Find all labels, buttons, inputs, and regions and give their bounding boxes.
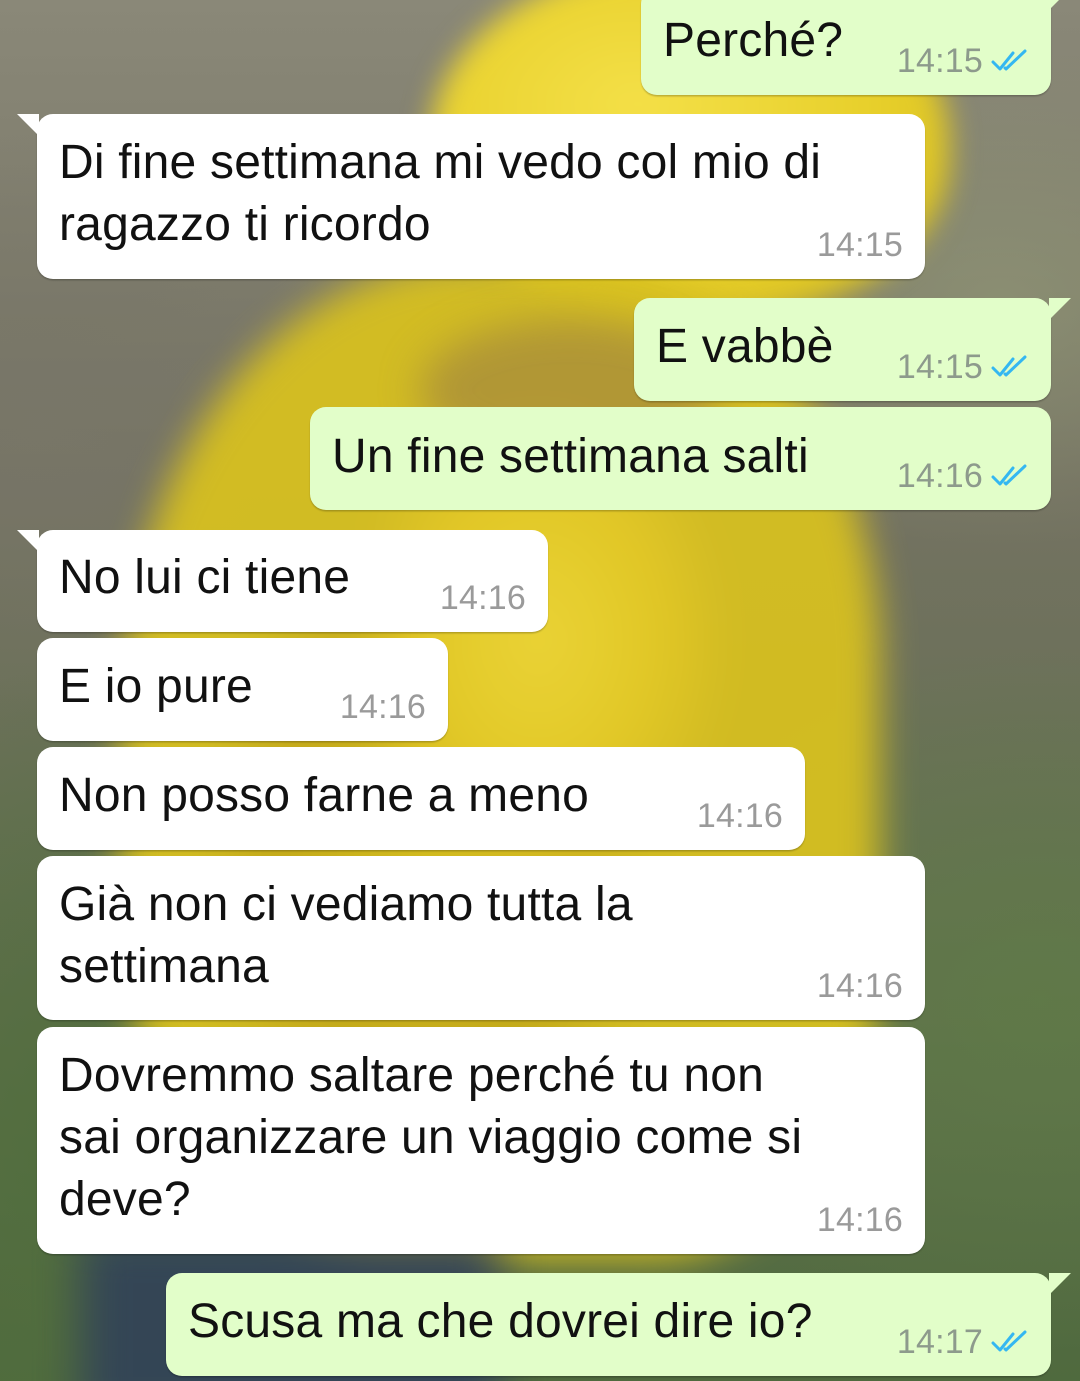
double-check-icon — [991, 49, 1027, 71]
double-check-icon — [991, 464, 1027, 486]
message-meta: 14:15 — [897, 41, 1029, 81]
message-text: Perché? — [663, 10, 843, 72]
message-meta: 14:16 — [340, 687, 426, 727]
message-meta: 14:16 — [817, 966, 903, 1006]
message-text: Un fine settimana salti — [332, 426, 809, 488]
message-time: 14:16 — [439, 579, 526, 617]
message-time: 14:17 — [896, 1323, 983, 1361]
message-bubble-outgoing[interactable]: Un fine settimana salti 14:16 — [310, 407, 1051, 510]
double-check-icon — [991, 1330, 1027, 1352]
message-line: E vabbè — [656, 320, 834, 373]
message-meta: 14:15 — [817, 225, 903, 265]
message-time: 14:16 — [696, 797, 783, 835]
message-time: 14:16 — [896, 457, 983, 495]
message-line: Di fine settimana mi vedo col mio di — [59, 136, 822, 189]
message-line: E io pure — [59, 660, 253, 713]
message-meta: 14:16 — [440, 578, 526, 618]
message-bubble-outgoing[interactable]: E vabbè 14:15 — [634, 298, 1071, 401]
message-meta: 14:16 — [897, 456, 1029, 496]
message-time: 14:16 — [816, 1201, 903, 1239]
message-text: Già non ci vediamo tutta la settimana — [59, 874, 633, 998]
message-bubble-outgoing[interactable]: Scusa ma che dovrei dire io? 14:17 — [166, 1273, 1071, 1376]
message-time: 14:16 — [816, 967, 903, 1005]
message-line: Dovremmo saltare perché tu non — [59, 1049, 764, 1102]
message-text: Scusa ma che dovrei dire io? — [188, 1291, 813, 1353]
message-meta: 14:16 — [697, 796, 783, 836]
message-text: E io pure — [59, 656, 253, 718]
message-line: ragazzo ti ricordo — [59, 198, 431, 251]
message-bubble-incoming[interactable]: No lui ci tiene 14:16 — [17, 530, 548, 632]
message-line: Non posso farne a meno — [59, 769, 590, 822]
message-bubble-incoming[interactable]: Già non ci vediamo tutta la settimana 14… — [37, 856, 925, 1020]
message-bubble-incoming[interactable]: Di fine settimana mi vedo col mio di rag… — [17, 114, 925, 279]
message-line: deve? — [59, 1173, 191, 1226]
message-line: No lui ci tiene — [59, 551, 351, 604]
message-bubble-outgoing[interactable]: Perché? 14:15 — [641, 0, 1071, 95]
message-text: Non posso farne a meno — [59, 765, 589, 827]
message-text: E vabbè — [656, 316, 834, 378]
message-time: 14:15 — [896, 42, 983, 80]
message-bubble-incoming[interactable]: Dovremmo saltare perché tu non sai organ… — [37, 1027, 925, 1254]
message-line: Perché? — [663, 14, 844, 67]
message-time: 14:15 — [816, 226, 903, 264]
message-text: Di fine settimana mi vedo col mio di rag… — [59, 132, 821, 256]
message-meta: 14:15 — [897, 347, 1029, 387]
message-line: Un fine settimana salti — [332, 430, 809, 483]
message-line: settimana — [59, 940, 269, 993]
message-bubble-incoming[interactable]: E io pure 14:16 — [37, 638, 448, 741]
message-line: Scusa ma che dovrei dire io? — [188, 1295, 813, 1348]
message-text: No lui ci tiene — [59, 547, 350, 609]
message-meta: 14:17 — [897, 1322, 1029, 1362]
message-text: Dovremmo saltare perché tu non sai organ… — [59, 1045, 802, 1231]
message-time: 14:15 — [896, 348, 983, 386]
message-bubble-incoming[interactable]: Non posso farne a meno 14:16 — [37, 747, 805, 850]
message-meta: 14:16 — [817, 1200, 903, 1240]
message-time: 14:16 — [339, 688, 426, 726]
message-line: sai organizzare un viaggio come si — [59, 1111, 803, 1164]
message-line: Già non ci vediamo tutta la — [59, 878, 633, 931]
double-check-icon — [991, 355, 1027, 377]
